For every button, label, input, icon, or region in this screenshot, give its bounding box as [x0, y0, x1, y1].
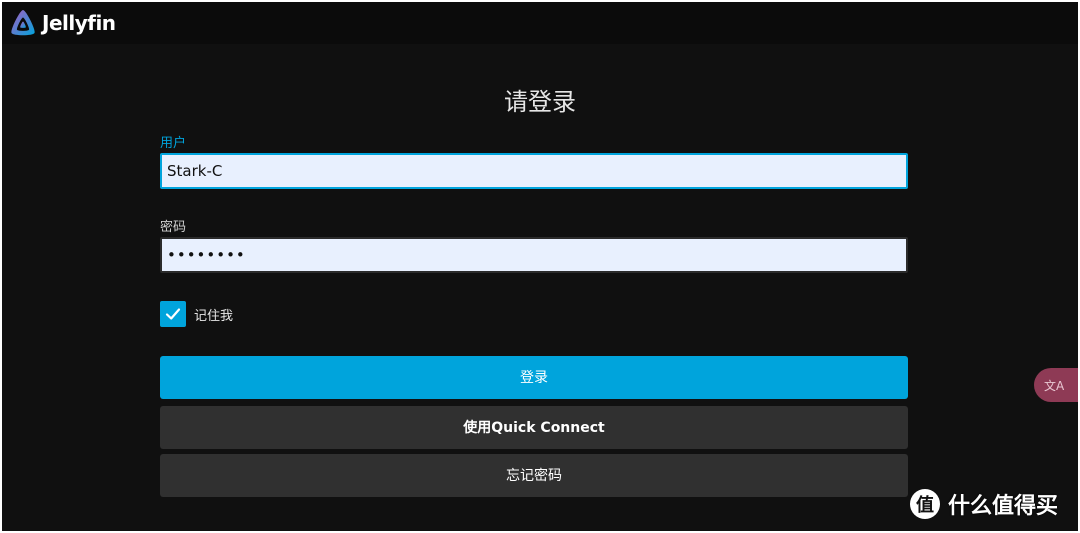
app-name: Jellyfin	[42, 11, 116, 35]
password-label: 密码	[160, 220, 187, 235]
remember-me-checkbox[interactable]: 记住我	[160, 301, 233, 327]
checkbox-box[interactable]	[160, 301, 186, 327]
username-input[interactable]	[160, 153, 908, 189]
username-label: 用户	[160, 136, 187, 151]
translate-icon: 文A	[1044, 378, 1065, 393]
watermark-text: 什么值得买	[948, 494, 1059, 519]
forgot-password-button[interactable]: 忘记密码	[160, 454, 908, 497]
watermark-logo-icon: 值	[910, 489, 940, 519]
jellyfin-logo-icon	[11, 10, 35, 36]
remember-me-label: 记住我	[194, 308, 234, 324]
page-title: 请登录	[504, 88, 576, 116]
checkmark-icon	[165, 308, 181, 320]
jellyfin-logo[interactable]: Jellyfin	[8, 8, 116, 38]
login-button[interactable]: 登录	[160, 356, 908, 399]
header-bar: Jellyfin	[2, 2, 1078, 44]
translate-button[interactable]: 文A	[1034, 368, 1078, 402]
watermark: 值 什么值得买	[910, 488, 1058, 520]
quick-connect-button[interactable]: 使用Quick Connect	[160, 406, 908, 449]
password-input[interactable]	[160, 237, 908, 273]
app-window: Jellyfin 请登录 用户 密码 记住我 登录 使用Quick Connec…	[2, 2, 1078, 531]
